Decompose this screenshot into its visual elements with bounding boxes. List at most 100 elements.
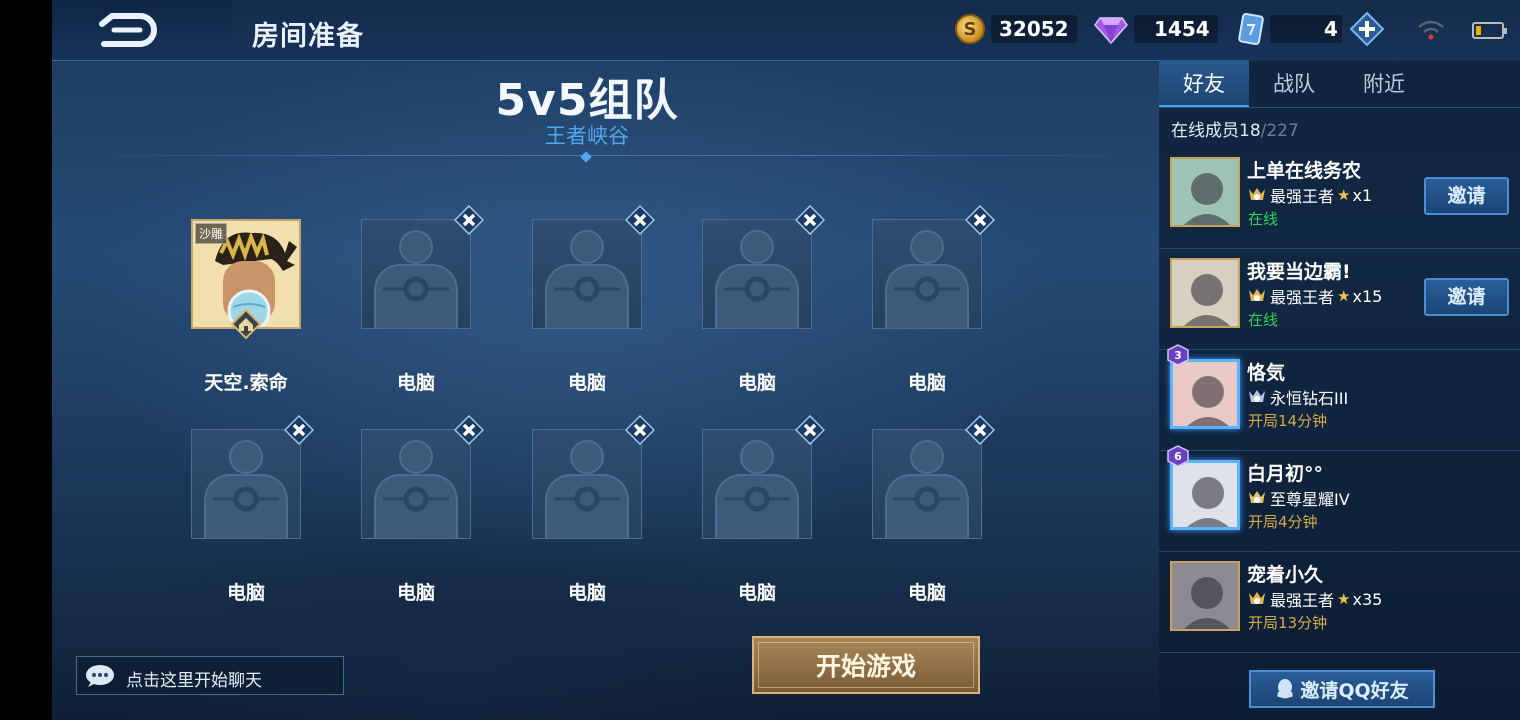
- invite-button[interactable]: 邀请: [1424, 177, 1509, 215]
- diamond-value: 1454: [1134, 15, 1218, 43]
- friend-rank: 最强王者 ★ x1: [1247, 183, 1372, 207]
- friend-name: 宠着小久: [1247, 564, 1324, 586]
- star-count: x1: [1352, 185, 1373, 205]
- team-slot-ai[interactable]: [191, 414, 315, 539]
- rank-name: 永恒钻石III: [1270, 389, 1349, 408]
- friend-row[interactable]: 宠着小久最强王者 ★ x35 开局13分钟: [1159, 552, 1520, 653]
- level-number: 3: [1174, 349, 1182, 362]
- team-slot-ai[interactable]: [702, 414, 826, 539]
- friends-panel: 好友 战队 附近 在线成员18/227 上单在线务农 最强王者 ★ x1 在线 邀请 我要当…: [1159, 60, 1520, 720]
- star-icon: ★: [1337, 590, 1351, 608]
- chat-bubble-icon: [86, 665, 114, 687]
- rank-name: 最强王者: [1270, 187, 1335, 206]
- slot-name: 电脑: [737, 582, 776, 604]
- rank-name: 最强王者: [1270, 288, 1335, 307]
- gold-value: 32052: [991, 15, 1077, 43]
- team-slot-ai[interactable]: [361, 414, 485, 539]
- friend-row[interactable]: 6 白月初°° 至尊星耀IV 开局4分钟: [1159, 445, 1520, 552]
- star-icon: ★: [1337, 287, 1351, 305]
- friend-name: 上单在线务农: [1247, 160, 1362, 182]
- online-number: 18: [1239, 121, 1261, 141]
- level-badge-icon: 6: [1167, 445, 1189, 467]
- rank-icon: [1249, 289, 1265, 301]
- tabs-divider: [1159, 107, 1520, 108]
- friend-row[interactable]: 3 恪気 永恒钻石III 开局14分钟: [1159, 344, 1520, 451]
- friend-rank: 至尊星耀IV: [1247, 486, 1350, 510]
- diamond-counter: 1454: [1094, 14, 1218, 44]
- level-badge-icon: 3: [1167, 344, 1189, 366]
- slot-name: 电脑: [907, 582, 946, 604]
- start-game-button[interactable]: 开始游戏: [752, 636, 980, 694]
- slot-name: 电脑: [226, 582, 265, 604]
- rank-name: 最强王者: [1270, 591, 1335, 610]
- tab-friends[interactable]: 好友: [1159, 60, 1249, 108]
- star-count: x35: [1352, 589, 1383, 609]
- card-value: 4: [1270, 15, 1342, 43]
- slot-name: 电脑: [396, 372, 435, 394]
- friend-status: 开局14分钟: [1248, 412, 1328, 430]
- empty-slot-silhouette-icon: [715, 440, 799, 539]
- online-label: 在线成员: [1171, 121, 1239, 141]
- empty-slot-silhouette-icon: [715, 230, 799, 329]
- remove-slot-icon[interactable]: [624, 204, 656, 236]
- team-slot-ai[interactable]: [532, 414, 656, 539]
- team-slot-ai[interactable]: [872, 414, 996, 539]
- chat-input-bar[interactable]: 点击这里开始聊天: [76, 656, 344, 695]
- team-slot-ai[interactable]: [872, 204, 996, 329]
- friend-status: 开局13分钟: [1248, 614, 1328, 632]
- team-slot-player[interactable]: 沙雕: [191, 219, 301, 339]
- card-counter: 4: [1238, 12, 1384, 46]
- add-cards-button[interactable]: [1349, 12, 1384, 46]
- tab-nearby[interactable]: 附近: [1339, 60, 1429, 108]
- slot-name: 天空.索命: [204, 372, 288, 394]
- remove-slot-icon[interactable]: [964, 204, 996, 236]
- total-members: /227: [1260, 121, 1299, 141]
- friend-name: 白月初°°: [1247, 463, 1324, 485]
- gold-counter: S 32052: [955, 14, 1077, 44]
- remove-slot-icon[interactable]: [794, 204, 826, 236]
- star-icon: ★: [1337, 186, 1351, 204]
- rank-icon: [1249, 491, 1265, 503]
- invite-button[interactable]: 邀请: [1424, 278, 1509, 316]
- level-number: 6: [1174, 450, 1182, 463]
- slot-name: 电脑: [396, 582, 435, 604]
- back-arrow-icon[interactable]: [94, 10, 158, 50]
- remove-slot-icon[interactable]: [624, 414, 656, 446]
- divider-diamond-icon: [580, 151, 592, 163]
- empty-slot-silhouette-icon: [204, 440, 288, 539]
- empty-slot-silhouette-icon: [545, 230, 629, 329]
- empty-slot-silhouette-icon: [885, 230, 969, 329]
- slot-name: 电脑: [907, 372, 946, 394]
- remove-slot-icon[interactable]: [794, 414, 826, 446]
- friend-avatar: [1170, 460, 1240, 530]
- invite-qq-friends-button[interactable]: 邀请QQ好友: [1249, 670, 1435, 708]
- friend-avatar: [1170, 157, 1240, 227]
- mode-title: 5v5组队: [495, 75, 679, 126]
- wifi-icon: [1418, 20, 1444, 40]
- empty-slot-silhouette-icon: [374, 440, 458, 539]
- rank-icon: [1249, 188, 1265, 200]
- room-screen: 房间准备 S 32052 1454 4 5v5组队 王者峡谷 沙雕 天空.索命 …: [52, 0, 1520, 720]
- top-bar: 房间准备 S 32052 1454 4: [52, 0, 1520, 61]
- team-slot-ai[interactable]: [702, 204, 826, 329]
- friend-row[interactable]: 上单在线务农 最强王者 ★ x1 在线 邀请: [1159, 148, 1520, 249]
- friend-status: 开局4分钟: [1248, 513, 1318, 531]
- team-slot-ai[interactable]: [532, 204, 656, 329]
- empty-slot-silhouette-icon: [374, 230, 458, 329]
- chat-placeholder: 点击这里开始聊天: [126, 671, 262, 691]
- friend-status: 在线: [1248, 210, 1279, 228]
- diamond-icon: [1094, 17, 1128, 44]
- remove-slot-icon[interactable]: [964, 414, 996, 446]
- friend-rank: 永恒钻石III: [1247, 385, 1348, 409]
- remove-slot-icon[interactable]: [283, 414, 315, 446]
- remove-slot-icon[interactable]: [453, 204, 485, 236]
- online-members-count: 在线成员18/227: [1171, 116, 1299, 141]
- friend-avatar: [1170, 258, 1240, 328]
- remove-slot-icon[interactable]: [453, 414, 485, 446]
- qq-penguin-icon: [1277, 679, 1294, 699]
- tab-team[interactable]: 战队: [1249, 60, 1339, 108]
- friend-row[interactable]: 我要当边霸! 最强王者 ★ x15 在线 邀请: [1159, 249, 1520, 350]
- gold-coin-icon: S: [955, 14, 985, 44]
- team-slot-ai[interactable]: [361, 204, 485, 329]
- hero-card-icon: [1238, 13, 1264, 45]
